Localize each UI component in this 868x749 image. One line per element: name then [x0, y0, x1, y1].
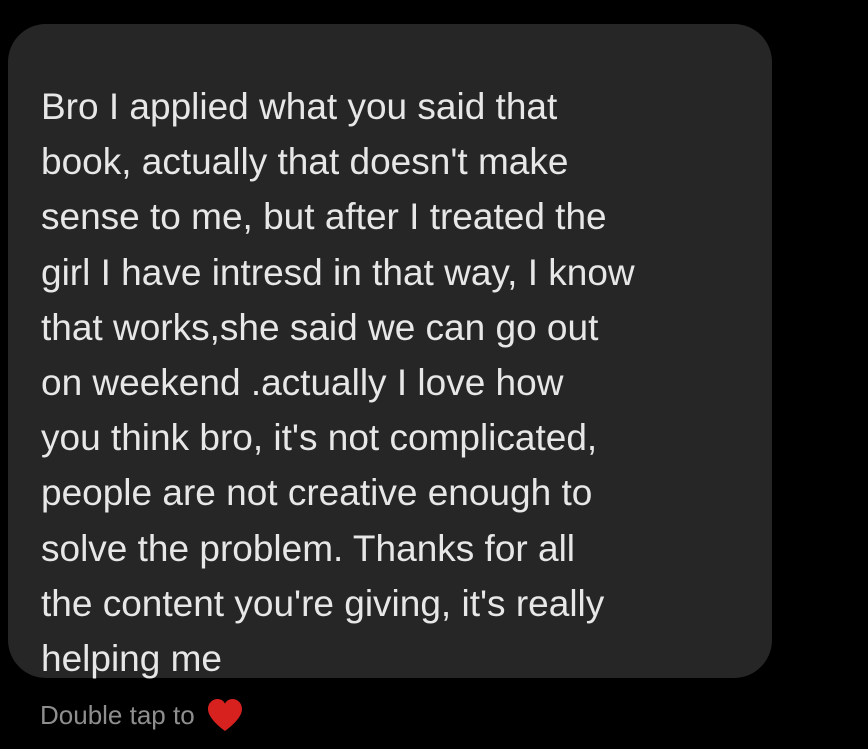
heart-shape — [207, 699, 242, 731]
reaction-hint-label: Double tap to — [40, 700, 195, 730]
message-thread: Bro I applied what you said that book, a… — [0, 0, 868, 749]
message-text: Bro I applied what you said that book, a… — [41, 86, 635, 680]
reaction-hint: Double tap to — [40, 697, 245, 733]
heart-icon[interactable] — [205, 697, 245, 733]
message-bubble[interactable]: Bro I applied what you said that book, a… — [8, 24, 772, 679]
